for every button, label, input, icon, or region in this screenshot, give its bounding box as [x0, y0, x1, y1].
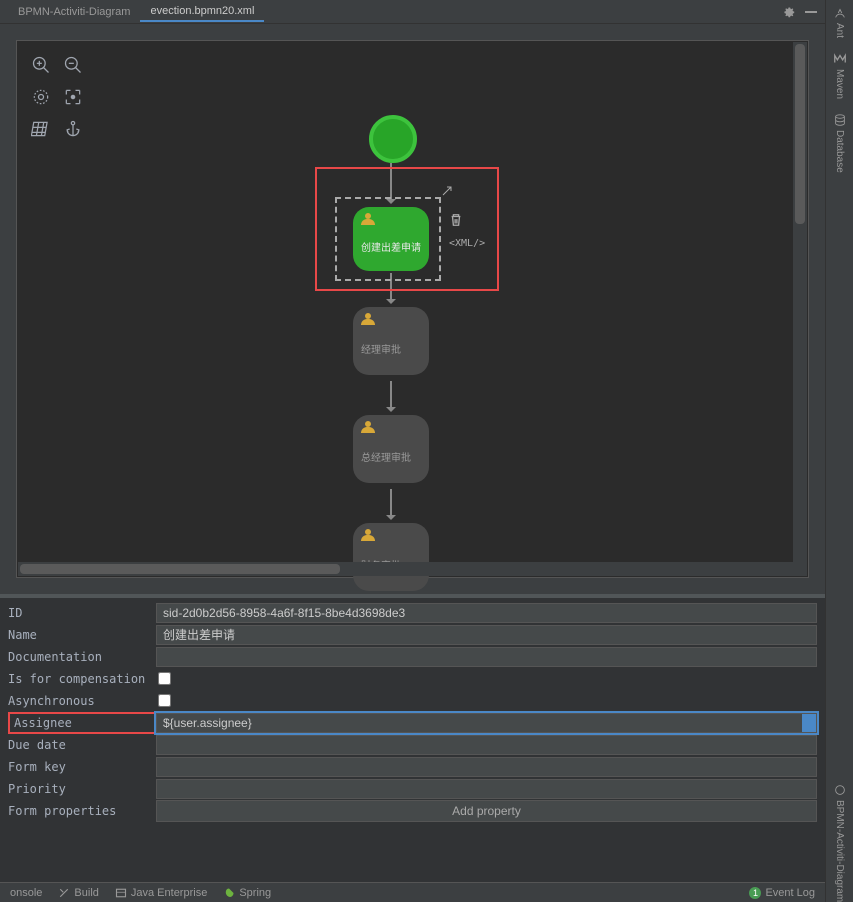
rail-bpmn[interactable]: BPMN-Activiti-Diagram: [833, 783, 847, 902]
xml-action[interactable]: <XML/>: [449, 238, 485, 249]
sequence-flow[interactable]: [390, 381, 392, 411]
status-bar: onsole Build Java Enterprise Spring 1Eve…: [0, 882, 825, 902]
assignee-label: Assignee: [8, 712, 156, 734]
diagram: <XML/> 创建出差申请 经理审批 总经理审批 财务审批: [17, 41, 808, 577]
task-create-application[interactable]: 创建出差申请: [353, 207, 429, 271]
task-gm-approve[interactable]: 总经理审批: [353, 415, 429, 483]
documentation-field[interactable]: [156, 647, 817, 667]
sequence-flow[interactable]: [390, 489, 392, 519]
form-key-field[interactable]: [156, 757, 817, 777]
form-key-label: Form key: [8, 760, 156, 774]
compensation-checkbox[interactable]: [158, 672, 171, 685]
id-field[interactable]: sid-2d0b2d56-8958-4a6f-8f15-8be4d3698de3: [156, 603, 817, 623]
horizontal-scrollbar[interactable]: [18, 562, 793, 576]
vertical-scrollbar[interactable]: [793, 42, 807, 576]
due-date-field[interactable]: [156, 735, 817, 755]
rail-maven[interactable]: Maven: [833, 52, 847, 99]
rail-database[interactable]: Database: [833, 113, 847, 173]
user-icon: [361, 421, 375, 433]
sb-spring[interactable]: Spring: [223, 887, 271, 899]
sb-onsole[interactable]: onsole: [10, 887, 42, 899]
form-properties-label: Form properties: [8, 804, 156, 818]
task-manager-approve[interactable]: 经理审批: [353, 307, 429, 375]
minimize-icon[interactable]: [805, 11, 817, 13]
tab-file[interactable]: evection.bpmn20.xml: [140, 2, 264, 22]
priority-label: Priority: [8, 782, 156, 796]
tab-diagram[interactable]: BPMN-Activiti-Diagram: [8, 3, 140, 21]
start-event[interactable]: [369, 115, 417, 163]
right-tool-rail: Ant Maven Database BPMN-Activiti-Diagram: [825, 0, 853, 902]
add-property-button[interactable]: Add property: [156, 800, 817, 822]
assignee-field[interactable]: ${user.assignee}: [156, 713, 817, 733]
editor-tabs: BPMN-Activiti-Diagram evection.bpmn20.xm…: [0, 0, 825, 24]
gear-icon[interactable]: [782, 5, 795, 18]
asynchronous-checkbox[interactable]: [158, 694, 171, 707]
sb-java-enterprise[interactable]: Java Enterprise: [115, 887, 207, 899]
notification-badge: 1: [749, 887, 761, 899]
sb-event-log[interactable]: 1Event Log: [749, 887, 815, 899]
asynchronous-label: Asynchronous: [8, 694, 156, 708]
sb-build[interactable]: Build: [58, 887, 98, 899]
name-label: Name: [8, 628, 156, 642]
id-label: ID: [8, 606, 156, 620]
user-icon: [361, 213, 375, 225]
compensation-label: Is for compensation: [8, 672, 156, 686]
user-icon: [361, 529, 375, 541]
delete-icon[interactable]: [449, 213, 485, 230]
selection-tools: <XML/>: [449, 213, 485, 249]
properties-panel: IDsid-2d0b2d56-8958-4a6f-8f15-8be4d3698d…: [0, 598, 825, 882]
rail-ant[interactable]: Ant: [833, 6, 847, 38]
due-date-label: Due date: [8, 738, 156, 752]
documentation-label: Documentation: [8, 650, 156, 664]
task-finance-approve[interactable]: 财务审批: [353, 523, 429, 591]
priority-field[interactable]: [156, 779, 817, 799]
user-icon: [361, 313, 375, 325]
name-field[interactable]: 创建出差申请: [156, 625, 817, 645]
bpmn-canvas[interactable]: <XML/> 创建出差申请 经理审批 总经理审批 财务审批: [16, 40, 809, 578]
